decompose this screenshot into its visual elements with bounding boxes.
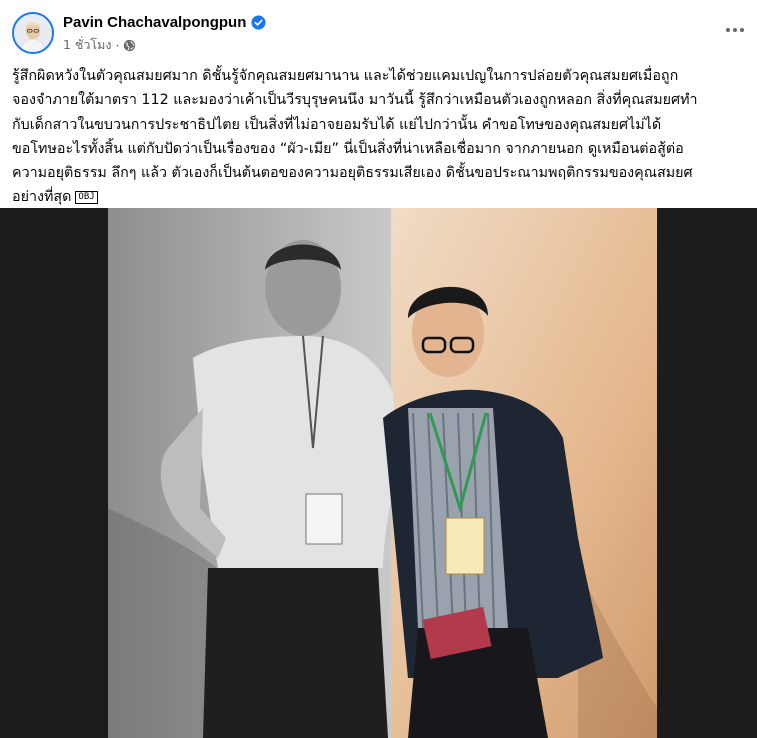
- verified-badge-icon: [251, 14, 266, 30]
- more-dot-icon: [733, 28, 737, 32]
- post-header: Pavin Chachavalpongpun 1 ชั่วโมง ·: [0, 0, 757, 62]
- globe-icon[interactable]: [123, 39, 136, 52]
- post-text-last-segment: อย่างที่สุด: [12, 189, 72, 206]
- post-text-line-last: อย่างที่สุด OBJ: [12, 185, 747, 209]
- object-replacement-icon: OBJ: [75, 190, 98, 204]
- more-dot-icon: [740, 28, 744, 32]
- avatar-portrait-icon: [14, 14, 52, 52]
- more-options-button[interactable]: [721, 16, 749, 44]
- post-text-line: ความอยุติธรรม ลึกๆ แล้ว ตัวเองก็เป็นต้นต…: [12, 165, 693, 182]
- author-avatar[interactable]: [12, 12, 54, 54]
- post-text-line: กับเด็กสาวในขบวนการประชาธิปไตย เป็นสิ่งท…: [12, 116, 662, 133]
- photo-two-men-icon: [108, 208, 657, 738]
- meta-separator: ·: [115, 37, 120, 53]
- post-text-line: จองจำภายใต้มาตรา 112 และมองว่าเค้าเป็นวี…: [12, 92, 698, 109]
- post-timestamp[interactable]: 1 ชั่วโมง: [63, 35, 112, 55]
- post-text-line: ขอโทษอะไรทั้งสิ้น แต่กับปัดว่าเป็นเรื่อง…: [12, 140, 684, 157]
- more-dot-icon: [726, 28, 730, 32]
- post-message: รู้สึกผิดหวังในตัวคุณสมยศมาก ดิชั้นรู้จั…: [12, 64, 747, 210]
- post-meta: 1 ชั่วโมง ·: [63, 36, 136, 54]
- facebook-post: Pavin Chachavalpongpun 1 ชั่วโมง · รู้สึ…: [0, 0, 757, 738]
- author-name[interactable]: Pavin Chachavalpongpun: [63, 14, 246, 31]
- author-row: Pavin Chachavalpongpun: [63, 12, 266, 32]
- post-text-line: รู้สึกผิดหวังในตัวคุณสมยศมาก ดิชั้นรู้จั…: [12, 68, 679, 84]
- post-photo[interactable]: [0, 208, 757, 738]
